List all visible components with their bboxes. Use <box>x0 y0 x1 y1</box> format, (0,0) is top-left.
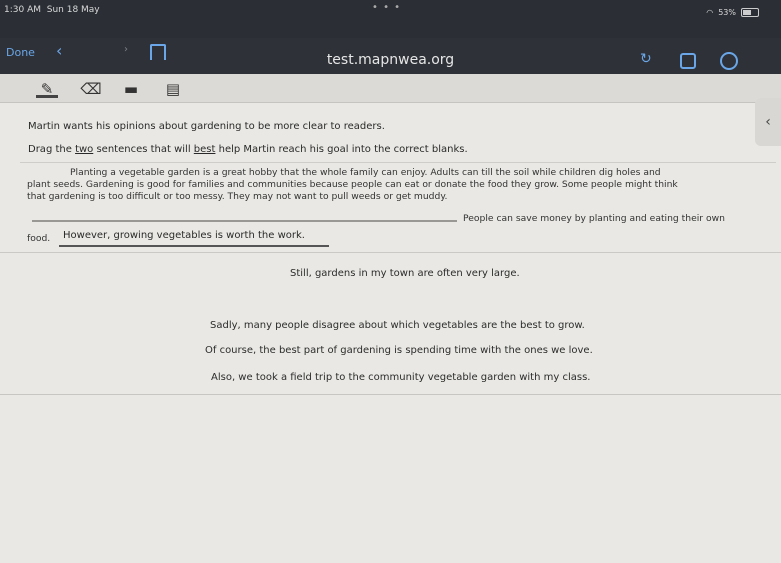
passage-line: that gardening is too difficult or too m… <box>27 191 448 202</box>
battery-percent: 53% <box>718 8 736 17</box>
wifi-icon: ◠ <box>706 8 714 17</box>
multitask-dots[interactable]: • • • <box>372 2 401 13</box>
answer-choice-4[interactable]: Also, we took a field trip to the commun… <box>211 372 590 383</box>
line-reader-icon[interactable]: ▤ <box>162 80 184 98</box>
highlighter-icon[interactable]: ▬ <box>120 80 142 98</box>
test-tools: ✎ ⌫ ▬ ▤ <box>0 74 781 103</box>
question-instruction: Drag the two sentences that will best he… <box>28 144 468 155</box>
compass-icon[interactable] <box>720 52 738 70</box>
answer-choice-1[interactable]: Still, gardens in my town are often very… <box>290 268 520 279</box>
question-area: Martin wants his opinions about gardenin… <box>0 102 781 563</box>
passage-line: People can save money by planting and ea… <box>463 213 725 224</box>
status-icons: ◠ 53% <box>706 8 759 17</box>
divider <box>0 394 781 395</box>
divider <box>0 252 781 253</box>
pencil-icon[interactable]: ✎ <box>36 80 58 98</box>
answer-choice-2[interactable]: Sadly, many people disagree about which … <box>210 320 585 331</box>
url-bar[interactable]: test.mapnwea.org <box>0 52 781 68</box>
answer-choice-3[interactable]: Of course, the best part of gardening is… <box>205 345 593 356</box>
browser-toolbar: Done ‹ › test.mapnwea.org ↻ <box>0 38 781 74</box>
question-prompt: Martin wants his opinions about gardenin… <box>28 121 385 132</box>
status-time: 1:30 AM Sun 18 May <box>4 5 100 15</box>
passage-line: food. <box>27 233 51 244</box>
reload-icon[interactable]: ↻ <box>640 51 652 67</box>
status-bar: 1:30 AM Sun 18 May • • • ◠ 53% <box>0 0 781 38</box>
passage: Planting a vegetable garden is a great h… <box>20 162 776 311</box>
eraser-icon[interactable]: ⌫ <box>80 80 102 98</box>
drop-blank-2[interactable]: However, growing vegetables is worth the… <box>59 227 329 247</box>
drop-blank-1[interactable] <box>32 220 457 222</box>
passage-line: plant seeds. Gardening is good for famil… <box>27 179 678 190</box>
passage-line: Planting a vegetable garden is a great h… <box>70 167 661 178</box>
battery-icon <box>741 8 759 17</box>
share-icon[interactable] <box>680 53 696 69</box>
